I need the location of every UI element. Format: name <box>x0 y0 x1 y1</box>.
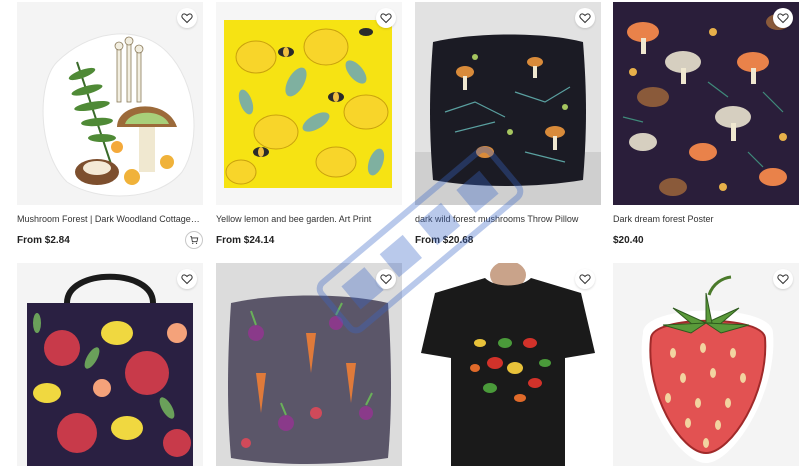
favorite-button[interactable] <box>177 269 197 289</box>
heart-icon <box>380 274 392 285</box>
favorite-button[interactable] <box>376 8 396 28</box>
product-card[interactable]: Mushroom Forest | Dark Woodland Cottagec… <box>17 2 203 249</box>
tshirt-peppers-icon <box>415 263 601 466</box>
product-card[interactable]: Dark dream forest Poster $20.40 <box>613 2 799 249</box>
favorite-button[interactable] <box>575 269 595 289</box>
product-card[interactable] <box>613 263 799 466</box>
heart-icon <box>777 13 789 24</box>
product-card[interactable]: dark wild forest mushrooms Throw Pillow … <box>415 2 601 249</box>
product-price: $20.40 <box>613 234 644 246</box>
product-image[interactable] <box>17 2 203 205</box>
heart-icon <box>380 13 392 24</box>
heart-icon <box>181 274 193 285</box>
favorite-button[interactable] <box>376 269 396 289</box>
product-card[interactable] <box>17 263 203 466</box>
product-image[interactable] <box>415 2 601 205</box>
product-title[interactable]: Yellow lemon and bee garden. Art Print <box>216 213 402 225</box>
throw-pillow-mushroom-icon <box>415 2 601 205</box>
product-card[interactable] <box>415 263 601 466</box>
throw-pillow-vegetables-icon <box>216 263 402 466</box>
favorite-button[interactable] <box>773 269 793 289</box>
sticker-mushroom-icon <box>17 2 203 205</box>
heart-icon <box>777 274 789 285</box>
product-title[interactable]: dark wild forest mushrooms Throw Pillow <box>415 213 601 225</box>
heart-icon <box>181 13 193 24</box>
favorite-button[interactable] <box>773 8 793 28</box>
sticker-strawberry-icon <box>613 263 799 466</box>
cart-icon <box>190 236 199 244</box>
product-card[interactable]: Yellow lemon and bee garden. Art Print F… <box>216 2 402 249</box>
heart-icon <box>579 274 591 285</box>
heart-icon <box>579 13 591 24</box>
product-image[interactable] <box>17 263 203 466</box>
product-image[interactable] <box>216 2 402 205</box>
product-image[interactable] <box>613 263 799 466</box>
favorite-button[interactable] <box>575 8 595 28</box>
product-card[interactable] <box>216 263 402 466</box>
product-price: From $20.68 <box>415 234 474 246</box>
tote-bag-pomegranate-icon <box>17 263 203 466</box>
product-title[interactable]: Dark dream forest Poster <box>613 213 799 225</box>
product-price: From $2.84 <box>17 234 70 246</box>
product-title[interactable]: Mushroom Forest | Dark Woodland Cottagec… <box>17 213 203 225</box>
favorite-button[interactable] <box>177 8 197 28</box>
poster-forest-icon <box>613 2 799 205</box>
product-price: From $24.14 <box>216 234 275 246</box>
art-print-lemon-bee-icon <box>216 2 402 205</box>
product-image[interactable] <box>216 263 402 466</box>
add-to-cart-button[interactable] <box>185 231 203 249</box>
product-image[interactable] <box>613 2 799 205</box>
product-grid: Mushroom Forest | Dark Woodland Cottagec… <box>0 0 800 474</box>
product-image[interactable] <box>415 263 601 466</box>
